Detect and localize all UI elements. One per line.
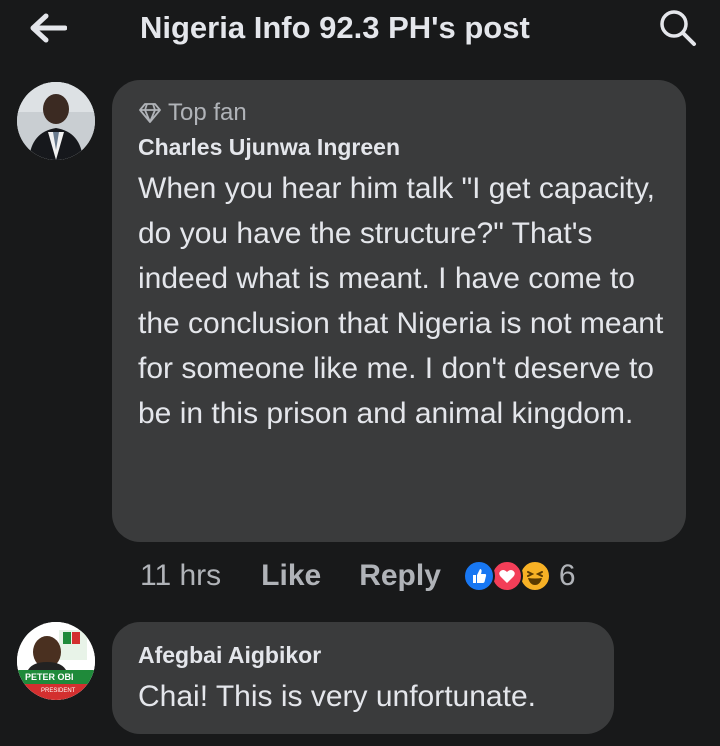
search-icon (660, 10, 696, 46)
avatar[interactable]: PETER OBI PRESIDENT (17, 622, 95, 700)
campaign-poster-avatar: PETER OBI PRESIDENT (17, 622, 95, 700)
haha-reaction-icon (518, 560, 551, 592)
reaction-count[interactable]: 6 (559, 556, 576, 596)
top-bar: Nigeria Info 92.3 PH's post (0, 0, 720, 60)
comment-bubble: Top fan Charles Ujunwa Ingreen When you … (112, 80, 686, 542)
like-reaction-icon (462, 560, 495, 592)
diamond-icon (139, 103, 161, 123)
page-title: Nigeria Info 92.3 PH's post (140, 10, 530, 45)
comment-timestamp[interactable]: 11 hrs (140, 556, 221, 596)
avatar-poster-text: PETER OBI (25, 672, 74, 682)
avatar-poster-subtext: PRESIDENT (41, 688, 76, 694)
comment-author[interactable]: Charles Ujunwa Ingreen (138, 132, 400, 162)
post-comments-page: Nigeria Info 92.3 PH's post Top fan Char… (0, 0, 720, 746)
profile-photo-man (17, 82, 95, 160)
love-reaction-icon (490, 560, 523, 592)
comment-bubble: Afegbai Aigbikor Chai! This is very unfo… (112, 622, 614, 734)
search-button[interactable] (656, 6, 700, 50)
comment-actions: 11 hrs Like Reply 6 (140, 556, 576, 596)
avatar[interactable] (17, 82, 95, 160)
reactions-summary[interactable] (462, 560, 551, 592)
comment-text: Chai! This is very unfortunate. (138, 680, 536, 713)
top-fan-badge: Top fan (138, 98, 247, 128)
back-button[interactable] (26, 10, 70, 46)
reply-button[interactable]: Reply (359, 556, 441, 596)
comment-author[interactable]: Afegbai Aigbikor (138, 640, 321, 670)
badge-label: Top fan (168, 99, 247, 126)
comment-text: When you hear him talk "I get capacity, … (138, 172, 664, 430)
arrow-left-icon (30, 13, 67, 43)
like-button[interactable]: Like (261, 556, 321, 596)
